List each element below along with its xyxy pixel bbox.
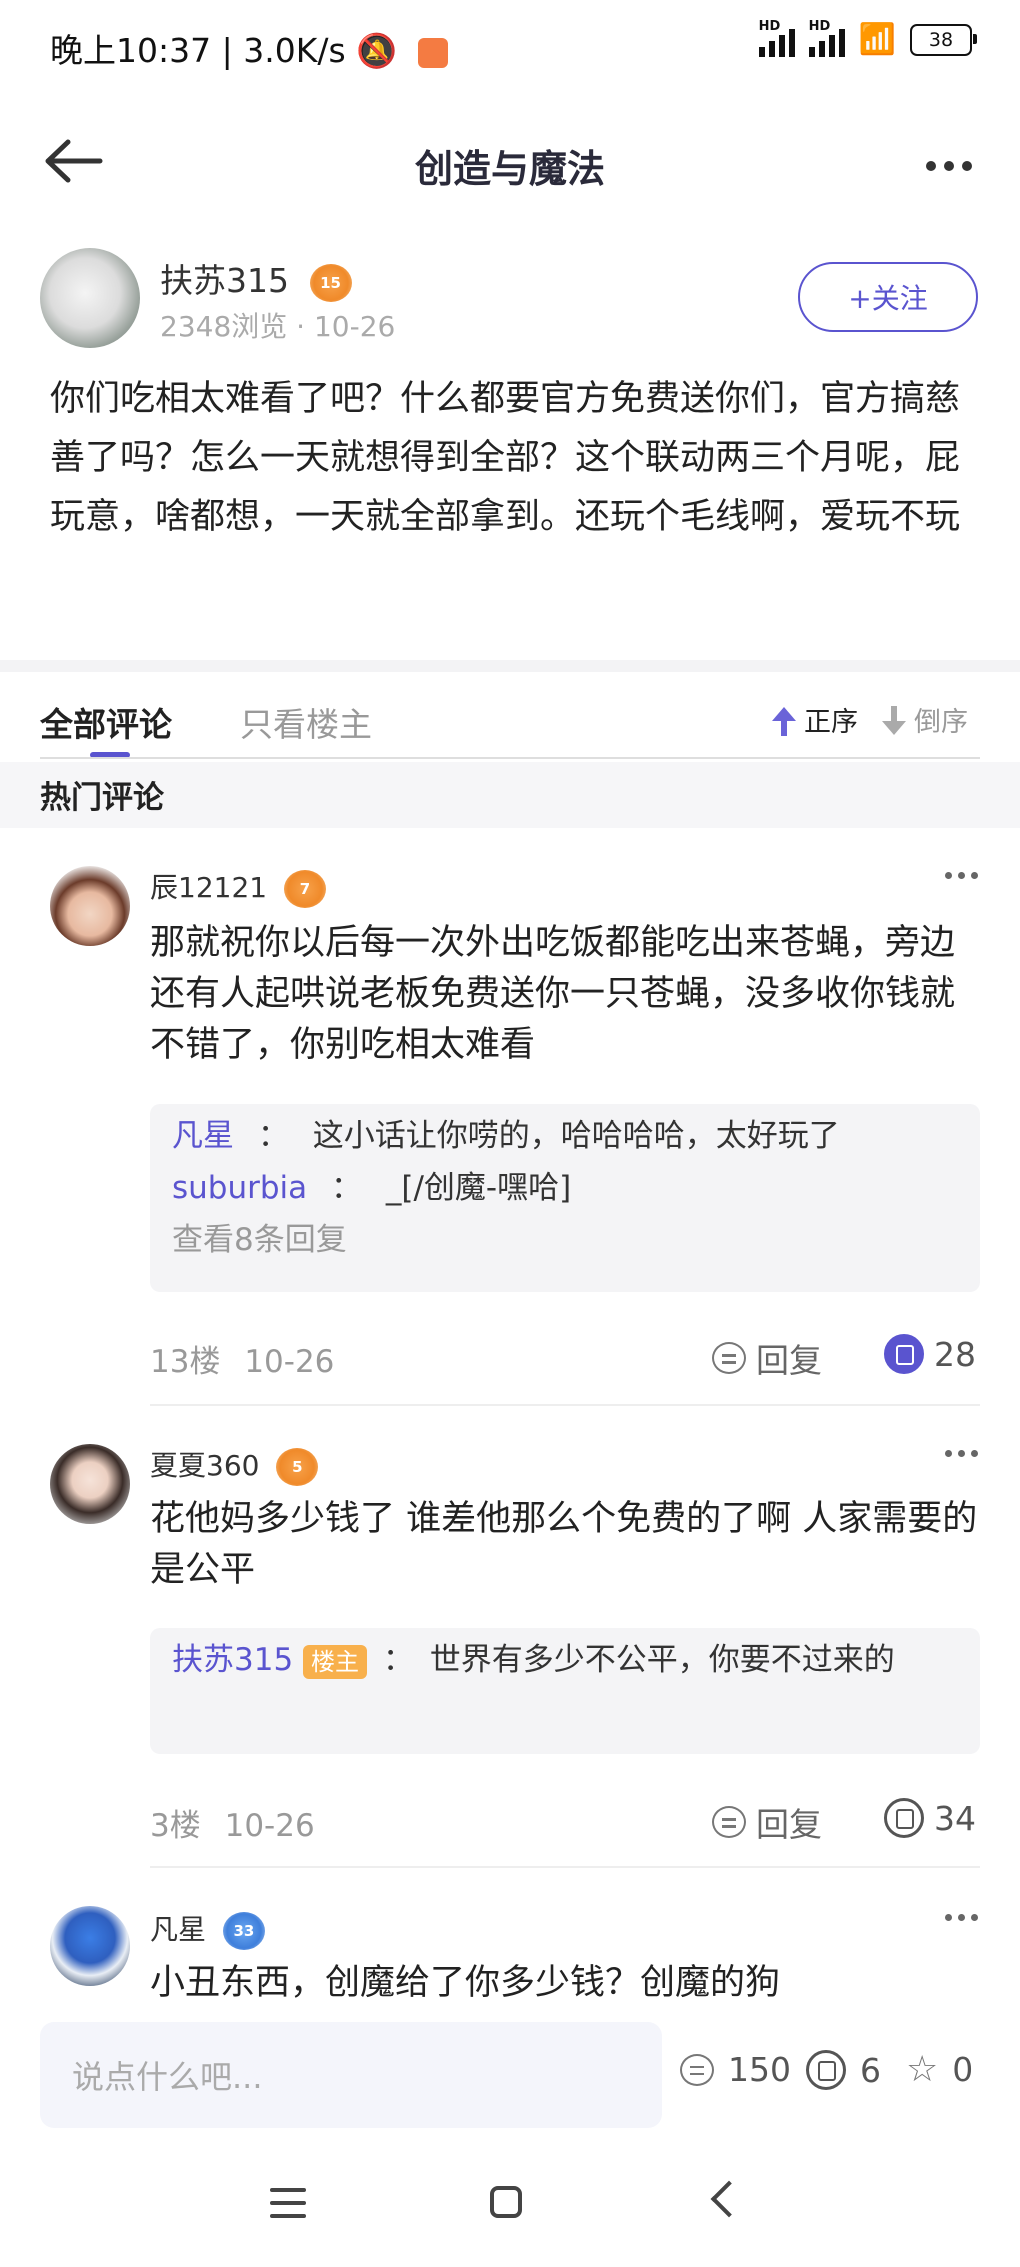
star-icon: ☆ — [906, 2048, 939, 2090]
tab-host-only[interactable]: 只看楼主 — [240, 698, 372, 746]
reply-user[interactable]: suburbia — [172, 1170, 307, 1206]
comment-text: 那就祝你以后每一次外出吃饭都能吃出来苍蝇，旁边还有人起哄说老板免费送你一只苍蝇，… — [150, 923, 956, 1065]
reply-preview-box[interactable]: 凡星 ： 这小话让你唠的，哈哈哈哈，太好玩了 suburbia ： _[/创魔-… — [150, 1104, 980, 1292]
reply-item: 凡星 ： 这小话让你唠的，哈哈哈哈，太好玩了 — [172, 1118, 840, 1154]
reply-icon — [712, 1806, 746, 1838]
nav-home-button[interactable] — [490, 2186, 522, 2218]
reply-text: _[/创魔-嘿哈] — [385, 1170, 572, 1206]
battery-icon: 38 — [910, 23, 977, 56]
wifi-icon: 📶 — [858, 22, 896, 57]
reply-icon — [712, 1342, 746, 1374]
thumbs-up-icon — [884, 1798, 924, 1838]
comment-date: 10-26 — [244, 1344, 335, 1380]
comment-author[interactable]: 夏夏360 — [150, 1449, 259, 1482]
comment-text: 花他妈多少钱了 谁差他那么个免费的了啊 人家需要的是公平 — [150, 1499, 978, 1590]
author-name-row: 扶苏315 15 — [160, 254, 352, 302]
host-tag: 楼主 — [303, 1644, 368, 1679]
status-right: HD HD 📶 38 — [758, 19, 977, 57]
comment-input-placeholder: 说点什么吧... — [72, 2058, 263, 2096]
bottom-favorite-button[interactable]: ☆ 0 — [906, 2050, 973, 2089]
thumbs-up-icon — [884, 1334, 924, 1374]
network-speed: 3.0K/s — [243, 31, 346, 70]
author-name[interactable]: 扶苏315 — [160, 261, 289, 300]
post-date: · 10-26 — [296, 310, 396, 343]
more-menu-button[interactable] — [918, 156, 972, 175]
comment-icon — [680, 2053, 714, 2086]
view-more-replies-link[interactable]: 查看8条回复 — [172, 1214, 958, 1259]
bottom-comments-button[interactable]: 150 — [680, 2050, 791, 2089]
comment-author-row: 辰12121 7 — [150, 866, 326, 908]
bottom-like-button[interactable]: 6 — [806, 2050, 881, 2090]
comment-more-button[interactable] — [939, 1910, 978, 1924]
hot-comments-title: 热门评论 — [40, 780, 164, 816]
post-meta: 2348浏览 · 10-26 — [160, 305, 395, 345]
comment-meta: 3楼 10-26 — [150, 1800, 315, 1845]
comment-meta: 13楼 10-26 — [150, 1336, 334, 1381]
comment-date: 10-26 — [224, 1808, 315, 1844]
level-badge-icon: 7 — [283, 870, 326, 908]
reply-item: suburbia ： _[/创魔-嘿哈] — [172, 1170, 572, 1206]
comment-author[interactable]: 辰12121 — [150, 871, 267, 904]
reply-user[interactable]: 扶苏315 — [172, 1642, 293, 1678]
comment-divider — [150, 1404, 980, 1406]
bell-muted-icon: 🔕 — [356, 31, 398, 70]
reply-text: 这小话让你唠的，哈哈哈哈，太好玩了 — [312, 1118, 840, 1154]
follow-button[interactable]: +关注 — [798, 262, 978, 332]
comment-more-button[interactable] — [939, 868, 978, 882]
menu-icon — [270, 2188, 306, 2192]
bottom-like-count: 6 — [860, 2050, 881, 2090]
tab-all-comments[interactable]: 全部评论 — [40, 698, 172, 746]
reply-item: 扶苏315 楼主 ： 世界有多少不公平，你要不过来的 — [172, 1642, 895, 1679]
tab-divider — [40, 757, 980, 759]
level-badge-icon: 5 — [276, 1448, 319, 1486]
comment-author[interactable]: 凡星 — [150, 1913, 206, 1946]
author-avatar[interactable] — [40, 248, 140, 348]
like-count: 34 — [934, 1798, 976, 1838]
level-badge-icon: 15 — [309, 263, 352, 302]
more-icon — [945, 1914, 952, 1921]
thumbs-up-icon — [806, 2050, 846, 2090]
app-notification-icon — [417, 37, 448, 68]
arrow-up-icon — [772, 706, 796, 736]
comment-count: 150 — [728, 2050, 791, 2089]
comment-text: 小丑东西，创魔给了你多少钱？创魔的狗 — [150, 1963, 781, 2003]
comment-author-row: 夏夏360 5 — [150, 1444, 319, 1486]
reply-user[interactable]: 凡星 — [172, 1118, 234, 1154]
floor-number: 3楼 — [150, 1808, 201, 1844]
nav-back-button[interactable] — [710, 2180, 748, 2218]
more-icon — [926, 161, 936, 171]
like-button[interactable]: 34 — [884, 1798, 976, 1838]
comment-author-row: 凡星 33 — [150, 1908, 265, 1950]
signal-icon-2: HD — [808, 19, 845, 57]
more-icon — [945, 872, 952, 879]
like-button[interactable]: 28 — [884, 1334, 976, 1374]
nav-menu-button[interactable] — [270, 2188, 306, 2227]
comment-avatar[interactable] — [50, 866, 130, 946]
reply-text: 世界有多少不公平，你要不过来的 — [429, 1642, 895, 1678]
arrow-down-icon — [882, 705, 906, 735]
page-title: 创造与魔法 — [414, 147, 605, 191]
comment-avatar[interactable] — [50, 1444, 130, 1524]
comment-divider — [150, 1866, 980, 1868]
floor-number: 13楼 — [150, 1344, 221, 1380]
status-left: 晚上10:37 | 3.0K/s 🔕 — [50, 24, 448, 72]
status-time: 晚上10:37 — [50, 31, 212, 70]
level-badge-icon: 33 — [222, 1912, 265, 1950]
reply-preview-box[interactable]: 扶苏315 楼主 ： 世界有多少不公平，你要不过来的 — [150, 1628, 980, 1754]
signal-icon: HD — [758, 19, 795, 57]
favorite-count: 0 — [952, 2050, 974, 2089]
status-bar: 晚上10:37 | 3.0K/s 🔕 HD HD 📶 38 — [0, 0, 1020, 95]
comment-avatar[interactable] — [50, 1906, 130, 1986]
post-body: 你们吃相太难看了吧？什么都要官方免费送你们，官方搞慈善了吗？怎么一天就想得到全部… — [50, 379, 961, 537]
sort-asc-button[interactable]: 正序 — [772, 700, 858, 739]
like-count: 28 — [934, 1334, 976, 1374]
more-icon — [945, 1450, 952, 1457]
comment-input[interactable]: 说点什么吧... — [40, 2022, 662, 2128]
reply-button[interactable]: 回复 — [712, 1334, 822, 1382]
section-divider — [0, 660, 1020, 672]
reply-button[interactable]: 回复 — [712, 1798, 822, 1846]
sort-desc-button[interactable]: 倒序 — [882, 700, 968, 739]
comment-more-button[interactable] — [939, 1446, 978, 1460]
view-count: 2348浏览 — [160, 310, 288, 343]
